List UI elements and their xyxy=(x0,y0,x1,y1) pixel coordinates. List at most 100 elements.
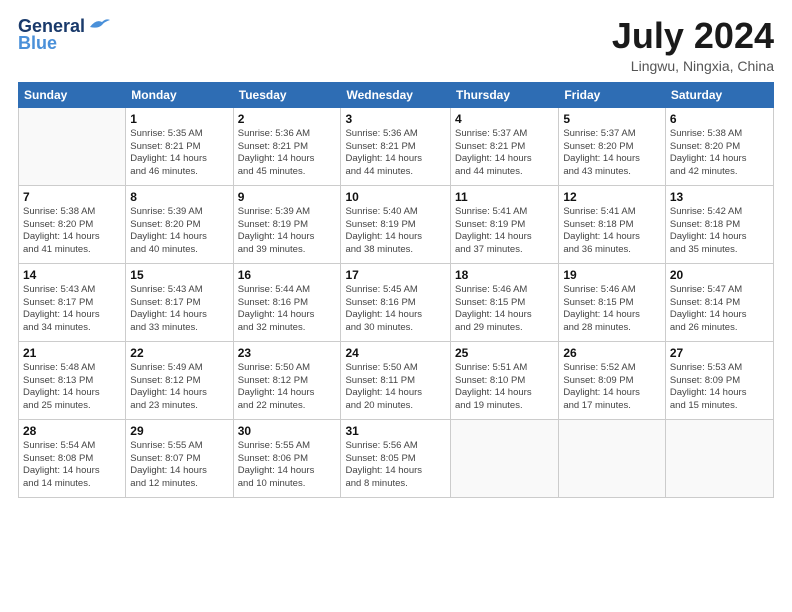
day-info: Sunrise: 5:51 AM Sunset: 8:10 PM Dayligh… xyxy=(455,362,554,413)
day-info: Sunrise: 5:50 AM Sunset: 8:12 PM Dayligh… xyxy=(238,362,337,413)
day-info: Sunrise: 5:50 AM Sunset: 8:11 PM Dayligh… xyxy=(345,362,446,413)
day-info: Sunrise: 5:36 AM Sunset: 8:21 PM Dayligh… xyxy=(345,128,446,179)
day-number: 10 xyxy=(345,189,446,205)
calendar-cell: 24Sunrise: 5:50 AM Sunset: 8:11 PM Dayli… xyxy=(341,341,451,419)
day-number: 8 xyxy=(130,189,228,205)
day-info: Sunrise: 5:43 AM Sunset: 8:17 PM Dayligh… xyxy=(130,284,228,335)
day-header-friday: Friday xyxy=(559,82,666,107)
day-info: Sunrise: 5:39 AM Sunset: 8:19 PM Dayligh… xyxy=(238,206,337,257)
day-info: Sunrise: 5:40 AM Sunset: 8:19 PM Dayligh… xyxy=(345,206,446,257)
day-info: Sunrise: 5:43 AM Sunset: 8:17 PM Dayligh… xyxy=(23,284,121,335)
day-info: Sunrise: 5:46 AM Sunset: 8:15 PM Dayligh… xyxy=(455,284,554,335)
calendar-cell: 9Sunrise: 5:39 AM Sunset: 8:19 PM Daylig… xyxy=(233,185,341,263)
calendar-header: SundayMondayTuesdayWednesdayThursdayFrid… xyxy=(19,82,774,107)
calendar-cell: 29Sunrise: 5:55 AM Sunset: 8:07 PM Dayli… xyxy=(126,419,233,497)
day-number: 22 xyxy=(130,345,228,361)
calendar-cell: 21Sunrise: 5:48 AM Sunset: 8:13 PM Dayli… xyxy=(19,341,126,419)
day-number: 14 xyxy=(23,267,121,283)
day-number: 26 xyxy=(563,345,661,361)
day-number: 19 xyxy=(563,267,661,283)
day-info: Sunrise: 5:49 AM Sunset: 8:12 PM Dayligh… xyxy=(130,362,228,413)
calendar-week-2: 7Sunrise: 5:38 AM Sunset: 8:20 PM Daylig… xyxy=(19,185,774,263)
day-number: 2 xyxy=(238,111,337,127)
logo-blue-text: Blue xyxy=(18,33,57,54)
day-number: 28 xyxy=(23,423,121,439)
day-number: 3 xyxy=(345,111,446,127)
calendar-cell: 14Sunrise: 5:43 AM Sunset: 8:17 PM Dayli… xyxy=(19,263,126,341)
calendar-cell xyxy=(665,419,773,497)
day-info: Sunrise: 5:53 AM Sunset: 8:09 PM Dayligh… xyxy=(670,362,769,413)
calendar-cell: 4Sunrise: 5:37 AM Sunset: 8:21 PM Daylig… xyxy=(451,107,559,185)
calendar-cell: 27Sunrise: 5:53 AM Sunset: 8:09 PM Dayli… xyxy=(665,341,773,419)
day-header-saturday: Saturday xyxy=(665,82,773,107)
day-header-monday: Monday xyxy=(126,82,233,107)
day-info: Sunrise: 5:44 AM Sunset: 8:16 PM Dayligh… xyxy=(238,284,337,335)
day-number: 11 xyxy=(455,189,554,205)
calendar-cell: 20Sunrise: 5:47 AM Sunset: 8:14 PM Dayli… xyxy=(665,263,773,341)
calendar-cell: 3Sunrise: 5:36 AM Sunset: 8:21 PM Daylig… xyxy=(341,107,451,185)
calendar-cell: 1Sunrise: 5:35 AM Sunset: 8:21 PM Daylig… xyxy=(126,107,233,185)
day-number: 31 xyxy=(345,423,446,439)
day-number: 24 xyxy=(345,345,446,361)
calendar-cell: 30Sunrise: 5:55 AM Sunset: 8:06 PM Dayli… xyxy=(233,419,341,497)
logo-bird-icon xyxy=(88,17,110,33)
day-info: Sunrise: 5:39 AM Sunset: 8:20 PM Dayligh… xyxy=(130,206,228,257)
day-number: 16 xyxy=(238,267,337,283)
day-number: 29 xyxy=(130,423,228,439)
day-number: 17 xyxy=(345,267,446,283)
day-info: Sunrise: 5:47 AM Sunset: 8:14 PM Dayligh… xyxy=(670,284,769,335)
day-info: Sunrise: 5:35 AM Sunset: 8:21 PM Dayligh… xyxy=(130,128,228,179)
day-info: Sunrise: 5:55 AM Sunset: 8:06 PM Dayligh… xyxy=(238,440,337,491)
day-header-sunday: Sunday xyxy=(19,82,126,107)
calendar-cell: 12Sunrise: 5:41 AM Sunset: 8:18 PM Dayli… xyxy=(559,185,666,263)
title-block: July 2024 Lingwu, Ningxia, China xyxy=(612,16,774,74)
day-number: 18 xyxy=(455,267,554,283)
day-info: Sunrise: 5:37 AM Sunset: 8:21 PM Dayligh… xyxy=(455,128,554,179)
day-number: 25 xyxy=(455,345,554,361)
calendar-cell xyxy=(19,107,126,185)
page-header: General Blue July 2024 Lingwu, Ningxia, … xyxy=(18,16,774,74)
calendar-cell: 22Sunrise: 5:49 AM Sunset: 8:12 PM Dayli… xyxy=(126,341,233,419)
day-info: Sunrise: 5:38 AM Sunset: 8:20 PM Dayligh… xyxy=(23,206,121,257)
day-info: Sunrise: 5:42 AM Sunset: 8:18 PM Dayligh… xyxy=(670,206,769,257)
day-info: Sunrise: 5:55 AM Sunset: 8:07 PM Dayligh… xyxy=(130,440,228,491)
day-number: 15 xyxy=(130,267,228,283)
day-header-tuesday: Tuesday xyxy=(233,82,341,107)
day-info: Sunrise: 5:52 AM Sunset: 8:09 PM Dayligh… xyxy=(563,362,661,413)
calendar-cell: 31Sunrise: 5:56 AM Sunset: 8:05 PM Dayli… xyxy=(341,419,451,497)
day-number: 20 xyxy=(670,267,769,283)
calendar-cell: 5Sunrise: 5:37 AM Sunset: 8:20 PM Daylig… xyxy=(559,107,666,185)
calendar-cell: 19Sunrise: 5:46 AM Sunset: 8:15 PM Dayli… xyxy=(559,263,666,341)
day-info: Sunrise: 5:56 AM Sunset: 8:05 PM Dayligh… xyxy=(345,440,446,491)
calendar-cell: 23Sunrise: 5:50 AM Sunset: 8:12 PM Dayli… xyxy=(233,341,341,419)
calendar-week-5: 28Sunrise: 5:54 AM Sunset: 8:08 PM Dayli… xyxy=(19,419,774,497)
calendar-week-4: 21Sunrise: 5:48 AM Sunset: 8:13 PM Dayli… xyxy=(19,341,774,419)
day-number: 30 xyxy=(238,423,337,439)
calendar-cell: 17Sunrise: 5:45 AM Sunset: 8:16 PM Dayli… xyxy=(341,263,451,341)
calendar-cell: 10Sunrise: 5:40 AM Sunset: 8:19 PM Dayli… xyxy=(341,185,451,263)
day-info: Sunrise: 5:48 AM Sunset: 8:13 PM Dayligh… xyxy=(23,362,121,413)
day-info: Sunrise: 5:41 AM Sunset: 8:19 PM Dayligh… xyxy=(455,206,554,257)
calendar-cell: 28Sunrise: 5:54 AM Sunset: 8:08 PM Dayli… xyxy=(19,419,126,497)
logo: General Blue xyxy=(18,16,110,54)
day-number: 23 xyxy=(238,345,337,361)
day-info: Sunrise: 5:37 AM Sunset: 8:20 PM Dayligh… xyxy=(563,128,661,179)
day-number: 27 xyxy=(670,345,769,361)
calendar-cell: 2Sunrise: 5:36 AM Sunset: 8:21 PM Daylig… xyxy=(233,107,341,185)
location-text: Lingwu, Ningxia, China xyxy=(612,58,774,74)
day-number: 5 xyxy=(563,111,661,127)
day-number: 9 xyxy=(238,189,337,205)
day-info: Sunrise: 5:46 AM Sunset: 8:15 PM Dayligh… xyxy=(563,284,661,335)
month-title: July 2024 xyxy=(612,16,774,56)
day-header-wednesday: Wednesday xyxy=(341,82,451,107)
header-row: SundayMondayTuesdayWednesdayThursdayFrid… xyxy=(19,82,774,107)
day-info: Sunrise: 5:36 AM Sunset: 8:21 PM Dayligh… xyxy=(238,128,337,179)
calendar-cell: 26Sunrise: 5:52 AM Sunset: 8:09 PM Dayli… xyxy=(559,341,666,419)
day-info: Sunrise: 5:38 AM Sunset: 8:20 PM Dayligh… xyxy=(670,128,769,179)
calendar-cell: 13Sunrise: 5:42 AM Sunset: 8:18 PM Dayli… xyxy=(665,185,773,263)
day-number: 6 xyxy=(670,111,769,127)
calendar-cell: 11Sunrise: 5:41 AM Sunset: 8:19 PM Dayli… xyxy=(451,185,559,263)
calendar-cell: 7Sunrise: 5:38 AM Sunset: 8:20 PM Daylig… xyxy=(19,185,126,263)
day-header-thursday: Thursday xyxy=(451,82,559,107)
calendar-cell: 8Sunrise: 5:39 AM Sunset: 8:20 PM Daylig… xyxy=(126,185,233,263)
